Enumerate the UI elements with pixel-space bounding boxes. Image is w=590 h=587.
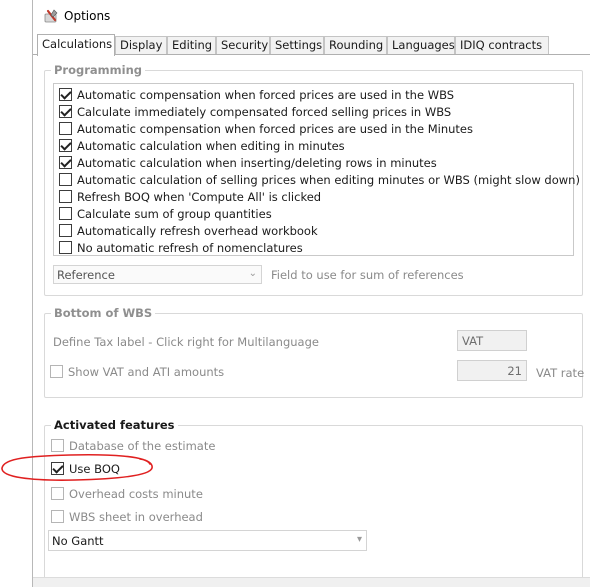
option-label: Automatic calculation when editing in mi… bbox=[77, 138, 345, 153]
gantt-select-value: No Gantt bbox=[52, 534, 104, 548]
checkbox[interactable] bbox=[59, 139, 72, 152]
checkbox[interactable] bbox=[51, 462, 64, 475]
checkbox[interactable] bbox=[51, 510, 64, 523]
checkbox[interactable] bbox=[51, 487, 64, 500]
option-compensation-minutes[interactable]: Automatic compensation when forced price… bbox=[59, 120, 473, 137]
bottom-of-wbs-group: Bottom of WBS Define Tax label - Click r… bbox=[44, 306, 585, 398]
option-calc-insert-delete-rows[interactable]: Automatic calculation when inserting/del… bbox=[59, 154, 437, 171]
option-label: Automatic compensation when forced price… bbox=[77, 121, 473, 136]
tax-label-caption: Define Tax label - Click right for Multi… bbox=[53, 334, 319, 349]
vat-rate-value: 21 bbox=[507, 364, 522, 378]
tab-settings[interactable]: Settings bbox=[270, 36, 324, 55]
checkbox[interactable] bbox=[51, 439, 64, 452]
option-compensation-wbs[interactable]: Automatic compensation when forced price… bbox=[59, 86, 454, 103]
checkbox[interactable] bbox=[59, 122, 72, 135]
option-no-refresh-nomenclatures[interactable]: No automatic refresh of nomenclatures bbox=[59, 239, 303, 256]
feature-wbs-sheet-overhead[interactable]: WBS sheet in overhead bbox=[51, 508, 203, 525]
tab-editing[interactable]: Editing bbox=[167, 36, 216, 55]
tab-security[interactable]: Security bbox=[216, 36, 270, 55]
programming-title: Programming bbox=[51, 63, 145, 77]
checkbox[interactable] bbox=[50, 365, 63, 378]
option-compensated-selling-prices[interactable]: Calculate immediately compensated forced… bbox=[59, 103, 451, 120]
option-calc-editing-minutes[interactable]: Automatic calculation when editing in mi… bbox=[59, 137, 345, 154]
window-title: Options bbox=[64, 9, 111, 23]
option-label: Calculate immediately compensated forced… bbox=[77, 104, 452, 119]
programming-group: Programming Automatic compensation when … bbox=[44, 63, 583, 296]
bottom-of-wbs-title: Bottom of WBS bbox=[51, 306, 156, 320]
reference-field-label: Field to use for sum of references bbox=[271, 267, 464, 282]
checkbox[interactable] bbox=[59, 156, 72, 169]
chevron-down-icon: ▾ bbox=[356, 534, 362, 545]
option-label: Automatically refresh overhead workbook bbox=[77, 223, 318, 238]
feature-database-estimate[interactable]: Database of the estimate bbox=[51, 437, 215, 454]
chevron-down-icon: ⌄ bbox=[248, 268, 257, 279]
checkbox[interactable] bbox=[59, 207, 72, 220]
tab-calculations[interactable]: Calculations bbox=[37, 34, 115, 56]
activated-features-group: Activated features Database of the estim… bbox=[44, 418, 583, 585]
feature-use-boq[interactable]: Use BOQ bbox=[51, 460, 120, 477]
checkbox[interactable] bbox=[59, 241, 72, 254]
tax-label-value: VAT bbox=[462, 334, 484, 348]
feature-label: Use BOQ bbox=[69, 461, 120, 476]
option-label: No automatic refresh of nomenclatures bbox=[77, 240, 303, 255]
feature-label: Overhead costs minute bbox=[69, 486, 203, 501]
option-calc-selling-prices[interactable]: Automatic calculation of selling prices … bbox=[59, 171, 580, 188]
option-refresh-boq[interactable]: Refresh BOQ when 'Compute All' is clicke… bbox=[59, 188, 321, 205]
options-tools-icon bbox=[44, 9, 58, 23]
programming-options-list: Automatic compensation when forced price… bbox=[53, 83, 580, 256]
option-label: Calculate sum of group quantities bbox=[77, 206, 272, 221]
show-vat-option[interactable]: Show VAT and ATI amounts bbox=[50, 363, 224, 380]
tab-idiq-contracts[interactable]: IDIQ contracts bbox=[455, 36, 549, 55]
checkbox[interactable] bbox=[59, 224, 72, 237]
gantt-select[interactable]: No Gantt ▾ bbox=[48, 530, 367, 551]
vat-rate-label: VAT rate bbox=[536, 365, 585, 380]
title-bar: Options bbox=[33, 0, 590, 34]
checkbox[interactable] bbox=[59, 190, 72, 203]
option-label: Refresh BOQ when 'Compute All' is clicke… bbox=[77, 189, 322, 204]
option-label: Automatic calculation when inserting/del… bbox=[77, 155, 437, 170]
checkbox[interactable] bbox=[59, 105, 72, 118]
activated-features-title: Activated features bbox=[51, 418, 178, 432]
feature-label: WBS sheet in overhead bbox=[69, 509, 203, 524]
checkbox[interactable] bbox=[59, 88, 72, 101]
option-refresh-overhead[interactable]: Automatically refresh overhead workbook bbox=[59, 222, 318, 239]
option-sum-group-quantities[interactable]: Calculate sum of group quantities bbox=[59, 205, 272, 222]
window-bottom-edge bbox=[33, 577, 590, 587]
show-vat-label: Show VAT and ATI amounts bbox=[68, 364, 225, 379]
option-label: Automatic compensation when forced price… bbox=[77, 87, 455, 102]
checkbox[interactable] bbox=[59, 173, 72, 186]
reference-field-select[interactable]: Reference ⌄ bbox=[53, 265, 262, 284]
calculations-panel: Programming Automatic compensation when … bbox=[34, 55, 590, 587]
tab-rounding[interactable]: Rounding bbox=[324, 36, 387, 55]
feature-overhead-costs-minute[interactable]: Overhead costs minute bbox=[51, 485, 203, 502]
feature-label: Database of the estimate bbox=[69, 438, 216, 453]
reference-select-value: Reference bbox=[57, 268, 115, 282]
window-left-border bbox=[32, 0, 33, 587]
tab-display[interactable]: Display bbox=[115, 36, 167, 55]
tab-strip: Calculations Display Editing Security Se… bbox=[33, 34, 590, 56]
option-label: Automatic calculation of selling prices … bbox=[77, 172, 580, 187]
vat-rate-input[interactable]: 21 bbox=[457, 360, 527, 381]
tab-languages[interactable]: Languages bbox=[387, 36, 455, 55]
tax-label-input[interactable]: VAT bbox=[457, 330, 527, 351]
